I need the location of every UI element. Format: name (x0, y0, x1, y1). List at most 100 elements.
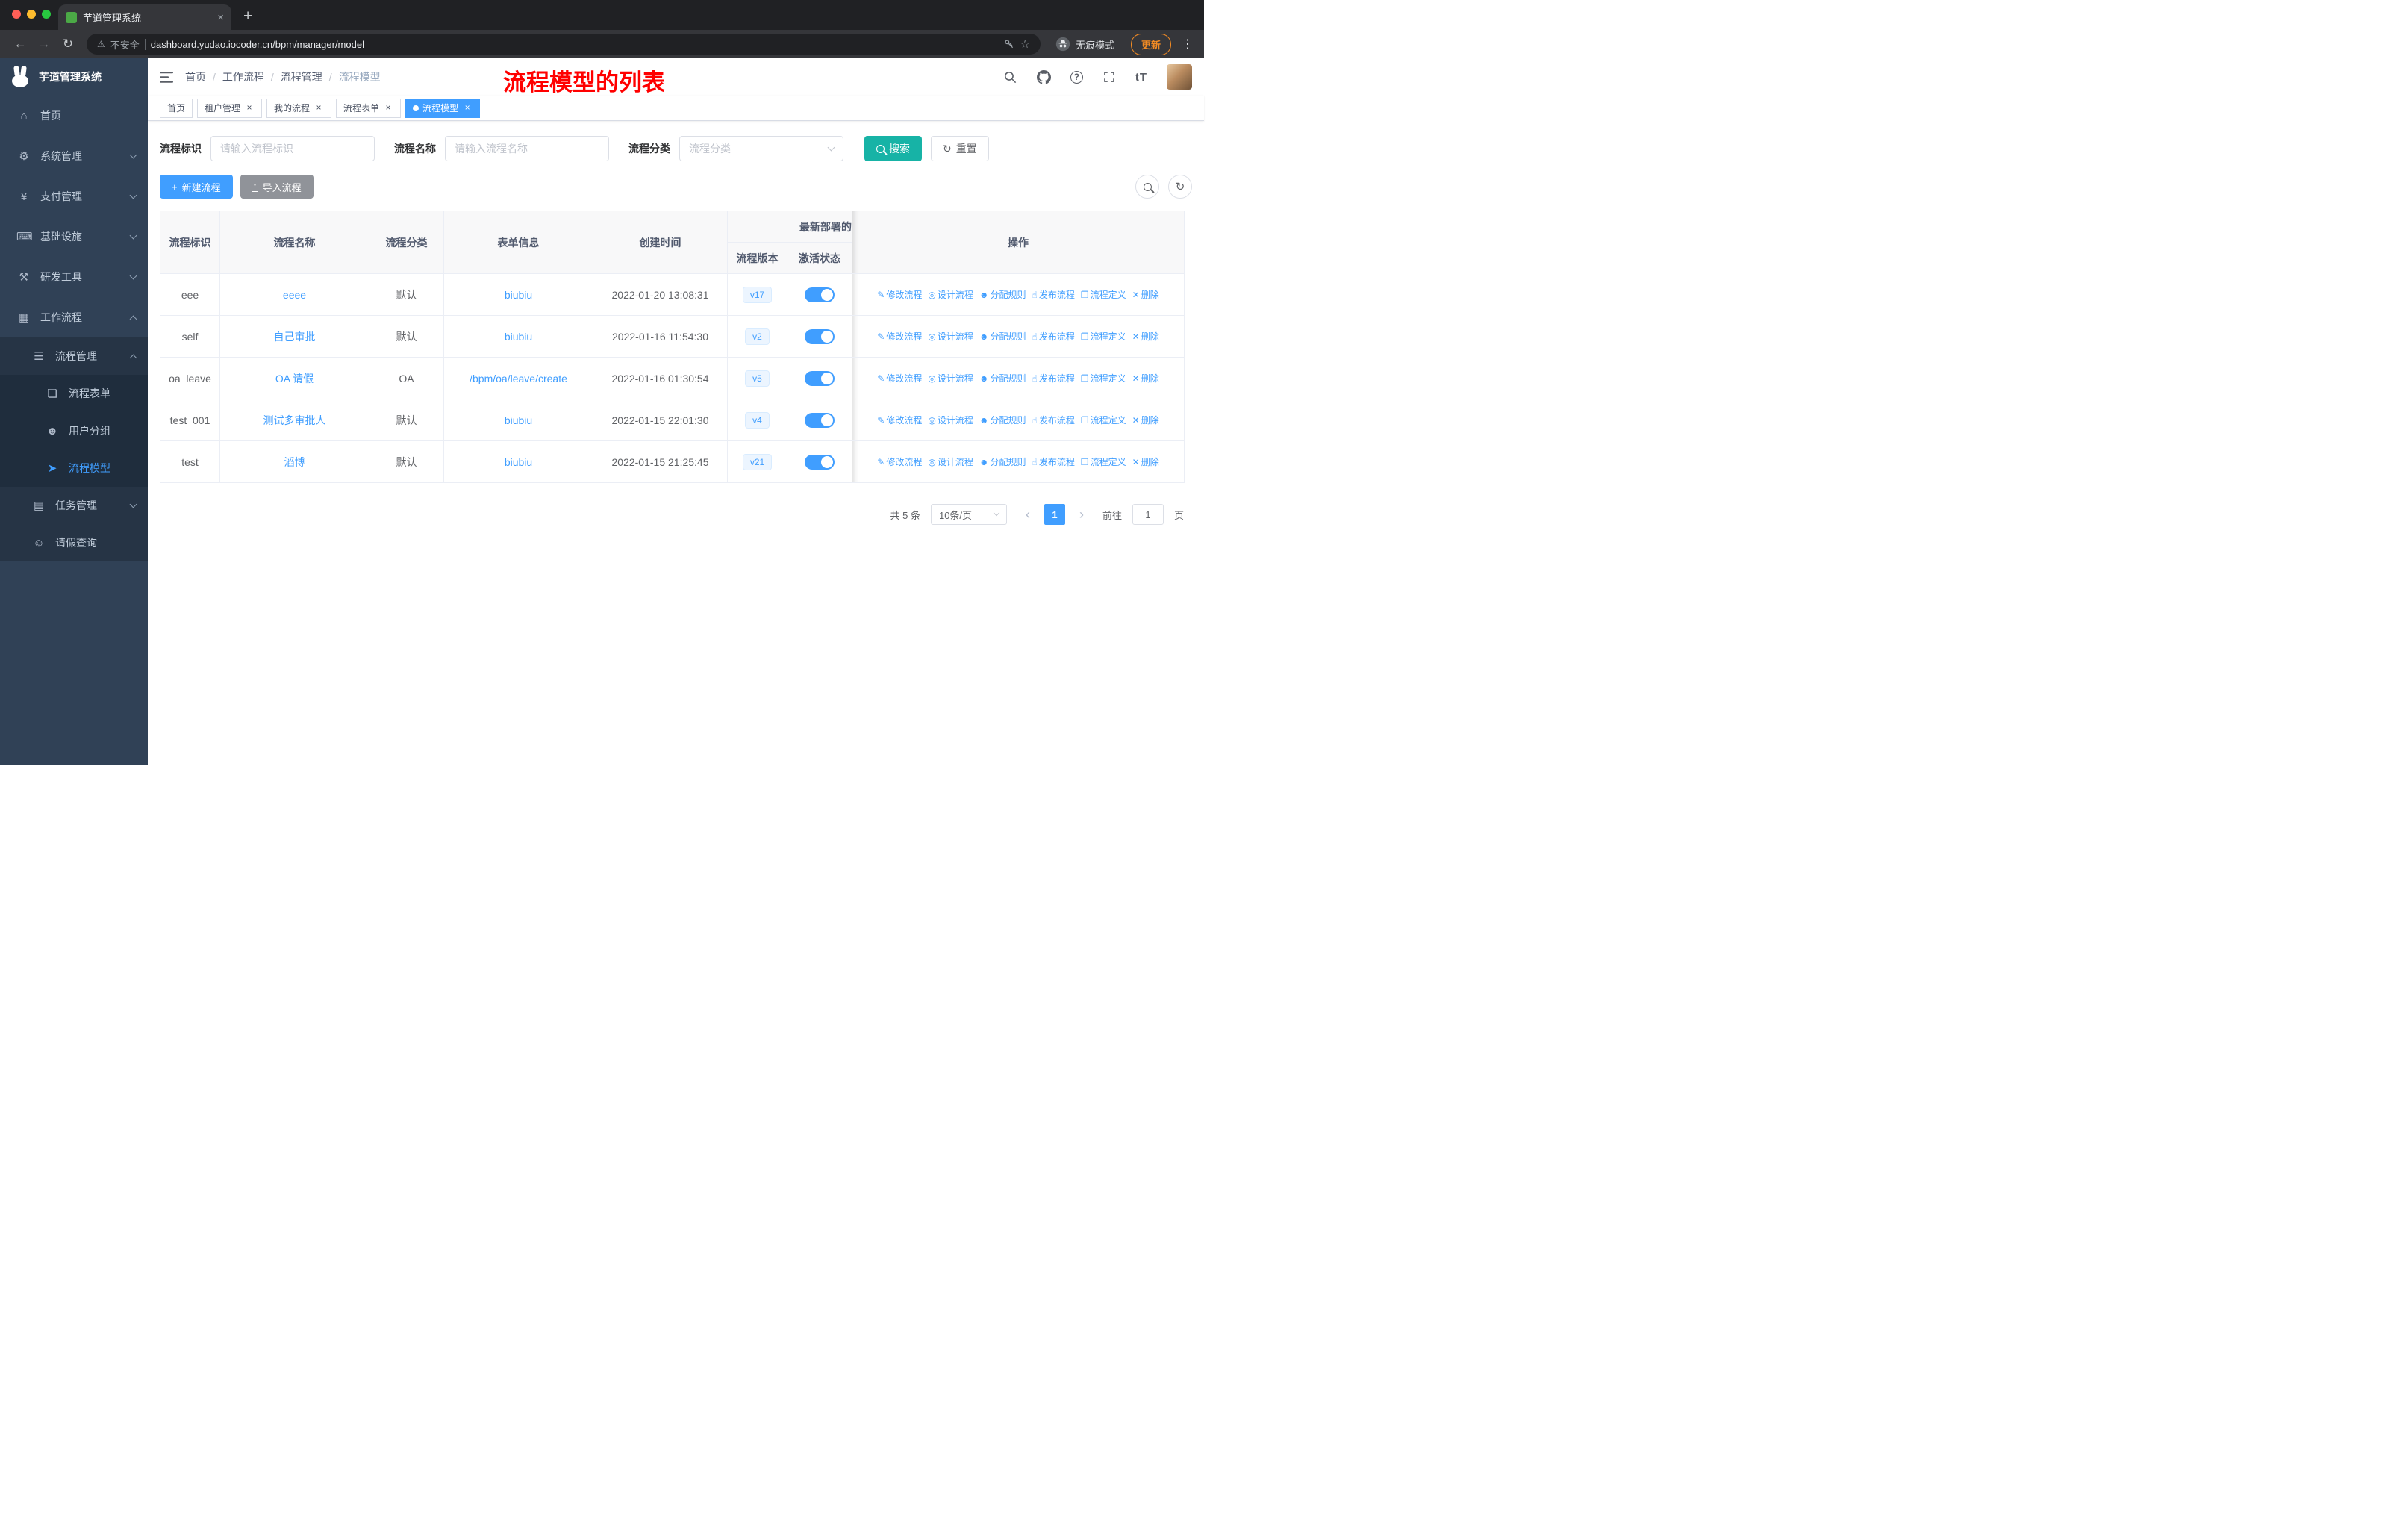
page-number-current[interactable]: 1 (1044, 504, 1065, 525)
new-tab-button[interactable]: + (243, 7, 252, 25)
action-publish-process[interactable]: ☝ 发布流程 (1032, 373, 1075, 384)
process-id-input[interactable] (210, 136, 375, 161)
sidebar-item-user-group[interactable]: ☻ 用户分组 (0, 412, 148, 449)
next-page-button[interactable]: › (1071, 504, 1092, 525)
bookmark-star-icon[interactable]: ☆ (1020, 37, 1030, 51)
sidebar-item-payment-management[interactable]: ¥ 支付管理 (0, 176, 148, 217)
action-delete[interactable]: ✕ 删除 (1132, 373, 1159, 384)
font-size-icon[interactable]: tT (1135, 71, 1147, 84)
action-edit-process[interactable]: ✎ 修改流程 (877, 457, 922, 467)
github-icon[interactable] (1036, 69, 1051, 84)
action-design-process[interactable]: ◎ 设计流程 (928, 415, 973, 426)
sidebar-item-dev-tools[interactable]: ⚒ 研发工具 (0, 257, 148, 297)
sidebar-item-infrastructure[interactable]: ⌨ 基础设施 (0, 217, 148, 257)
action-assign-rule[interactable]: ☻ 分配规则 (979, 290, 1026, 300)
sidebar-item-home[interactable]: ⌂ 首页 (0, 96, 148, 136)
action-edit-process[interactable]: ✎ 修改流程 (877, 290, 922, 300)
tab-close-icon[interactable]: × (217, 11, 224, 24)
browser-menu-kebab-icon[interactable]: ⋮ (1180, 37, 1195, 52)
breadcrumb-process-management[interactable]: 流程管理 (281, 69, 322, 84)
password-key-icon[interactable] (1003, 38, 1015, 50)
action-process-definition[interactable]: ❐ 流程定义 (1081, 290, 1126, 300)
process-category-select[interactable]: 流程分类 (679, 136, 843, 161)
action-process-definition[interactable]: ❐ 流程定义 (1081, 457, 1126, 467)
process-name-input[interactable] (445, 136, 609, 161)
tag-process-form[interactable]: 流程表单 × (336, 98, 402, 118)
browser-update-button[interactable]: 更新 (1130, 33, 1171, 55)
avatar[interactable] (1167, 64, 1192, 90)
process-name-link[interactable]: 测试多审批人 (263, 414, 326, 426)
tag-home[interactable]: 首页 (160, 98, 193, 118)
action-process-definition[interactable]: ❐ 流程定义 (1081, 373, 1126, 384)
sidebar-toggle-icon[interactable] (160, 71, 173, 83)
fullscreen-icon[interactable] (1102, 70, 1116, 84)
sidebar-item-task-management[interactable]: ▤ 任务管理 (0, 487, 148, 524)
form-info-link[interactable]: /bpm/oa/leave/create (470, 373, 567, 384)
action-publish-process[interactable]: ☝ 发布流程 (1032, 290, 1075, 300)
action-process-definition[interactable]: ❐ 流程定义 (1081, 331, 1126, 342)
active-toggle[interactable] (805, 287, 835, 302)
process-name-link[interactable]: OA 请假 (275, 373, 314, 384)
sidebar-item-leave-query[interactable]: ☺ 请假查询 (0, 524, 148, 561)
action-design-process[interactable]: ◎ 设计流程 (928, 457, 973, 467)
goto-page-input[interactable] (1132, 504, 1164, 525)
form-info-link[interactable]: biubiu (505, 289, 532, 301)
tag-my-process[interactable]: 我的流程 × (266, 98, 332, 118)
action-assign-rule[interactable]: ☻ 分配规则 (979, 373, 1026, 384)
form-info-link[interactable]: biubiu (505, 331, 532, 343)
refresh-button[interactable]: ↻ (1168, 175, 1192, 199)
action-publish-process[interactable]: ☝ 发布流程 (1032, 457, 1075, 467)
search-icon[interactable] (1003, 70, 1017, 84)
action-design-process[interactable]: ◎ 设计流程 (928, 290, 973, 300)
active-toggle[interactable] (805, 454, 835, 470)
sidebar-item-workflow[interactable]: ▦ 工作流程 (0, 297, 148, 337)
process-name-link[interactable]: eeee (283, 289, 306, 301)
process-name-link[interactable]: 滔博 (284, 456, 305, 468)
minimize-window-button[interactable] (27, 10, 36, 19)
active-toggle[interactable] (805, 370, 835, 386)
action-design-process[interactable]: ◎ 设计流程 (928, 331, 973, 342)
action-edit-process[interactable]: ✎ 修改流程 (877, 373, 922, 384)
tag-tenant-management[interactable]: 租户管理 × (197, 98, 263, 118)
action-publish-process[interactable]: ☝ 发布流程 (1032, 415, 1075, 426)
action-delete[interactable]: ✕ 删除 (1132, 331, 1159, 342)
tag-process-model[interactable]: 流程模型 × (405, 98, 481, 118)
sidebar-item-process-management[interactable]: ☰ 流程管理 (0, 337, 148, 375)
action-assign-rule[interactable]: ☻ 分配规则 (979, 331, 1026, 342)
action-publish-process[interactable]: ☝ 发布流程 (1032, 331, 1075, 342)
import-process-button[interactable]: ↑ 导入流程 (240, 175, 314, 199)
sidebar-item-process-form[interactable]: ❏ 流程表单 (0, 375, 148, 412)
sidebar-item-system-management[interactable]: ⚙ 系统管理 (0, 136, 148, 176)
form-info-link[interactable]: biubiu (505, 456, 532, 468)
browser-tab[interactable]: 芋道管理系统 × (58, 4, 231, 30)
tag-close-icon[interactable]: × (462, 102, 472, 113)
back-button[interactable]: ← (9, 33, 31, 55)
action-delete[interactable]: ✕ 删除 (1132, 290, 1159, 300)
zoom-window-button[interactable] (42, 10, 51, 19)
search-button[interactable]: 搜索 (864, 136, 922, 161)
address-bar[interactable]: ⚠ 不安全 dashboard.yudao.iocoder.cn/bpm/man… (87, 34, 1041, 55)
action-edit-process[interactable]: ✎ 修改流程 (877, 415, 922, 426)
breadcrumb-workflow[interactable]: 工作流程 (222, 69, 264, 84)
forward-button[interactable]: → (33, 33, 55, 55)
sidebar-item-process-model[interactable]: ➤ 流程模型 (0, 449, 148, 487)
active-toggle[interactable] (805, 412, 835, 428)
page-size-select[interactable]: 10条/页 (930, 504, 1007, 525)
tag-close-icon[interactable]: × (314, 102, 324, 113)
action-edit-process[interactable]: ✎ 修改流程 (877, 331, 922, 342)
prev-page-button[interactable]: ‹ (1017, 504, 1038, 525)
reload-button[interactable]: ↻ (57, 33, 79, 55)
action-process-definition[interactable]: ❐ 流程定义 (1081, 415, 1126, 426)
reset-button[interactable]: ↻ 重置 (931, 136, 989, 161)
tag-close-icon[interactable]: × (244, 102, 255, 113)
tag-close-icon[interactable]: × (383, 102, 393, 113)
process-name-link[interactable]: 自己审批 (274, 331, 316, 343)
action-delete[interactable]: ✕ 删除 (1132, 415, 1159, 426)
action-delete[interactable]: ✕ 删除 (1132, 457, 1159, 467)
action-assign-rule[interactable]: ☻ 分配规则 (979, 415, 1026, 426)
toggle-search-button[interactable] (1135, 175, 1159, 199)
active-toggle[interactable] (805, 328, 835, 344)
help-icon[interactable]: ? (1070, 70, 1083, 84)
close-window-button[interactable] (12, 10, 21, 19)
security-label[interactable]: 不安全 (110, 37, 140, 52)
